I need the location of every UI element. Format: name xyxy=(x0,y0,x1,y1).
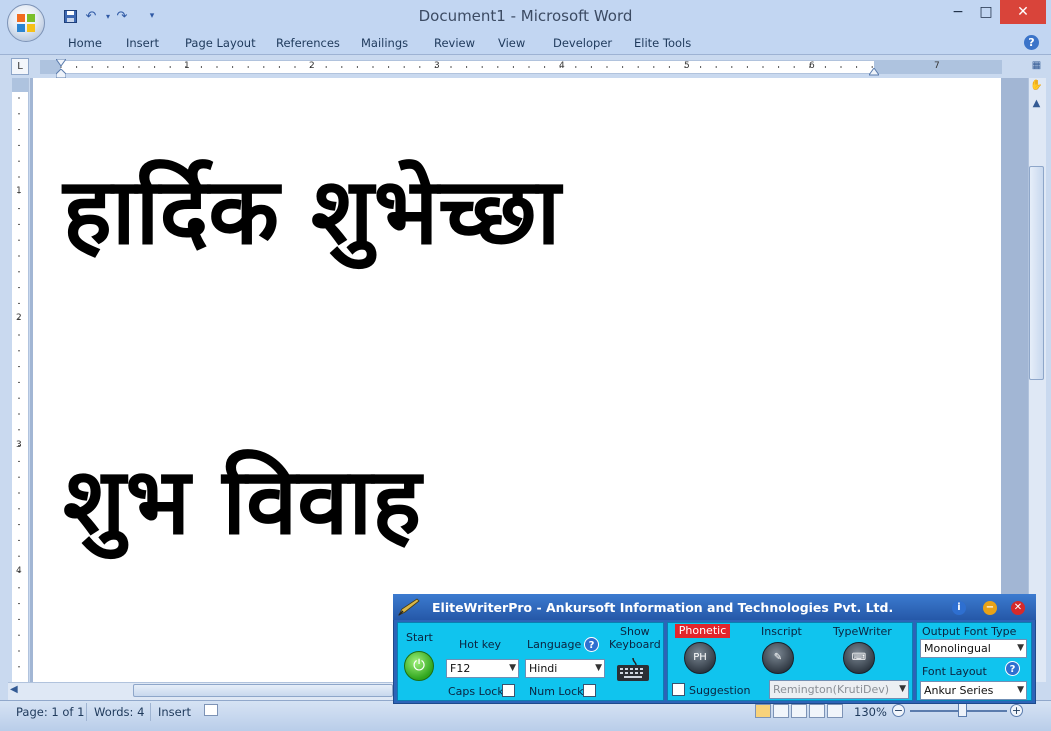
office-logo-icon xyxy=(17,14,35,32)
chevron-down-icon: ▼ xyxy=(509,663,516,673)
zoom-slider-thumb[interactable] xyxy=(958,703,968,717)
ruler-number: 6 xyxy=(809,61,815,71)
suggestion-checkbox[interactable] xyxy=(672,683,685,696)
hotkey-label: Hot key xyxy=(459,638,502,651)
start-label: Start xyxy=(406,631,433,644)
power-icon[interactable]: ⏻ xyxy=(404,651,434,681)
show-keyboard-label-line2: Keyboard xyxy=(609,638,661,651)
ruler-number: 4 xyxy=(16,566,22,576)
print-layout-view-icon[interactable] xyxy=(755,704,771,718)
first-line-indent-handle[interactable] xyxy=(55,57,67,67)
language-help-icon[interactable]: ? xyxy=(584,637,599,652)
pen-icon xyxy=(398,598,420,616)
insert-mode[interactable]: Insert xyxy=(158,705,191,719)
document-line-2[interactable]: शुभ विवाह xyxy=(63,448,424,560)
word-count[interactable]: Words: 4 xyxy=(94,705,144,719)
tab-mailings[interactable]: Mailings xyxy=(361,36,408,50)
tab-view[interactable]: View xyxy=(498,36,525,50)
chevron-down-icon: ▼ xyxy=(899,684,906,694)
inscript-icon[interactable]: ✎ xyxy=(762,642,794,674)
suggestion-label: Suggestion xyxy=(689,684,751,697)
close-button[interactable]: ✕ xyxy=(1000,0,1046,24)
typewriter-layout-value: Remington(KrutiDev) xyxy=(773,683,890,696)
outline-view-icon[interactable] xyxy=(809,704,825,718)
elitewriter-title: EliteWriterPro - Ankursoft Information a… xyxy=(432,600,894,615)
typewriter-icon[interactable]: ⌨ xyxy=(843,642,875,674)
pan-hand-icon[interactable]: ✋ xyxy=(1029,80,1044,94)
vertical-scroll-thumb[interactable] xyxy=(1029,166,1044,380)
vertical-ruler-ticks xyxy=(18,97,20,668)
zoom-in-button[interactable]: + xyxy=(1010,704,1023,717)
panel-minimize-button[interactable]: − xyxy=(983,601,997,615)
view-ruler-icon[interactable]: ▦ xyxy=(1029,60,1044,74)
panel-close-button[interactable]: ✕ xyxy=(1011,601,1025,615)
page-count[interactable]: Page: 1 of 1 xyxy=(16,705,84,719)
tab-page-layout[interactable]: Page Layout xyxy=(185,36,256,50)
scroll-up-icon[interactable]: ▲ xyxy=(1029,98,1044,112)
chevron-down-icon: ▼ xyxy=(1017,643,1024,653)
tab-insert[interactable]: Insert xyxy=(126,36,159,50)
language-select[interactable]: Hindi ▼ xyxy=(525,659,605,678)
output-font-type-label: Output Font Type xyxy=(922,625,1017,638)
ruler-number: 3 xyxy=(434,61,440,71)
font-layout-select[interactable]: Ankur Series ▼ xyxy=(920,681,1027,700)
output-font-type-select[interactable]: Monolingual ▼ xyxy=(920,639,1027,658)
draft-view-icon[interactable] xyxy=(827,704,843,718)
office-button[interactable] xyxy=(7,4,45,42)
num-lock-label: Num Lock xyxy=(529,685,584,698)
font-layout-help-icon[interactable]: ? xyxy=(1005,661,1020,676)
tab-references[interactable]: References xyxy=(276,36,340,50)
language-value: Hindi xyxy=(529,662,558,675)
zoom-level[interactable]: 130% xyxy=(854,705,887,719)
document-text[interactable]: हार्दिक शुभेच्छा शुभ विवाह xyxy=(33,78,1001,682)
status-divider xyxy=(86,703,87,721)
caps-lock-checkbox[interactable] xyxy=(502,684,515,697)
hotkey-value: F12 xyxy=(450,662,471,675)
font-layout-label: Font Layout xyxy=(922,665,987,678)
tab-developer[interactable]: Developer xyxy=(553,36,612,50)
phonetic-icon[interactable]: PH xyxy=(684,642,716,674)
ruler-number: 1 xyxy=(16,186,22,196)
tab-selector-button[interactable]: L xyxy=(11,58,29,75)
hotkey-select[interactable]: F12 ▼ xyxy=(446,659,519,678)
language-label: Language xyxy=(527,638,582,651)
help-icon[interactable]: ? xyxy=(1024,35,1039,50)
ruler-number: 4 xyxy=(559,61,565,71)
right-indent-handle[interactable] xyxy=(868,66,880,76)
status-divider xyxy=(150,703,151,721)
tab-home[interactable]: Home xyxy=(68,36,102,50)
output-font-type-value: Monolingual xyxy=(924,642,991,655)
zoom-out-button[interactable]: − xyxy=(892,704,905,717)
ruler-number: 5 xyxy=(684,61,690,71)
full-screen-view-icon[interactable] xyxy=(773,704,789,718)
font-layout-value: Ankur Series xyxy=(924,684,994,697)
ruler-number: 3 xyxy=(16,440,22,450)
typewriter-layout-select: Remington(KrutiDev) ▼ xyxy=(769,680,909,699)
inscript-mode-label[interactable]: Inscript xyxy=(761,625,802,638)
tab-review[interactable]: Review xyxy=(434,36,475,50)
horizontal-scroll-thumb[interactable] xyxy=(133,684,393,697)
ruler-number: 7 xyxy=(934,61,940,71)
keyboard-icon[interactable] xyxy=(616,656,650,682)
phonetic-mode-tab[interactable]: Phonetic xyxy=(675,624,730,638)
caps-lock-label: Caps Lock xyxy=(448,685,504,698)
window-title: Document1 - Microsoft Word xyxy=(418,7,633,25)
typewriter-mode-label[interactable]: TypeWriter xyxy=(833,625,892,638)
info-button[interactable]: i xyxy=(952,601,966,615)
show-keyboard-label-line1: Show xyxy=(620,625,650,638)
web-layout-view-icon[interactable] xyxy=(791,704,807,718)
chevron-down-icon: ▼ xyxy=(595,663,602,673)
macro-record-icon[interactable] xyxy=(204,704,218,716)
ruler-number: 2 xyxy=(309,61,315,71)
num-lock-checkbox[interactable] xyxy=(583,684,596,697)
tab-elite-tools[interactable]: Elite Tools xyxy=(634,36,691,50)
document-line-1[interactable]: हार्दिक शुभेच्छा xyxy=(61,158,564,270)
minimize-button[interactable]: − xyxy=(944,0,972,24)
ruler-number: 1 xyxy=(184,61,190,71)
maximize-button[interactable]: □ xyxy=(972,0,1000,24)
ruler-number: 2 xyxy=(16,313,22,323)
scroll-left-icon[interactable]: ◀ xyxy=(10,684,18,695)
chevron-down-icon: ▼ xyxy=(1017,685,1024,695)
